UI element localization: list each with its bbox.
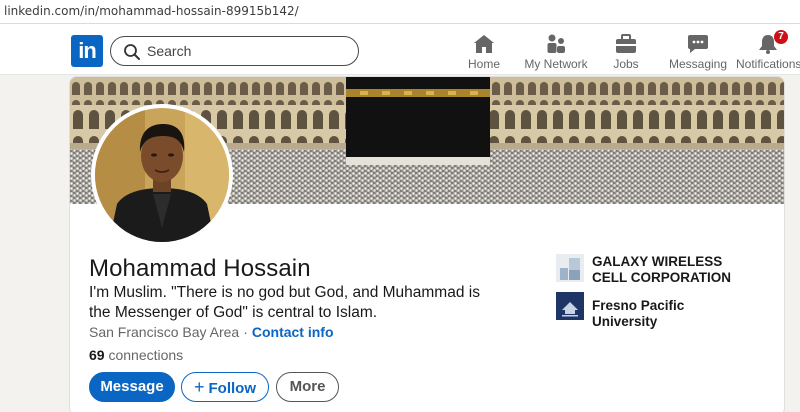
search-box[interactable]: [110, 36, 359, 66]
company-name: GALAXY WIRELESS CELL CORPORATION: [592, 254, 732, 285]
profile-photo: [95, 108, 229, 242]
nav-jobs[interactable]: Jobs: [603, 33, 649, 71]
more-button[interactable]: More: [276, 372, 339, 402]
follow-label: Follow: [208, 380, 257, 397]
profile-headline: I'm Muslim. "There is no god but God, an…: [89, 284, 480, 321]
home-icon: [474, 35, 494, 53]
nav-jobs-label: Jobs: [613, 57, 639, 71]
url-text[interactable]: linkedin.com/in/mohammad-hossain-89915b1…: [4, 4, 299, 18]
profile-location: San Francisco Bay Area: [89, 324, 240, 340]
browser-url-bar[interactable]: linkedin.com/in/mohammad-hossain-89915b1…: [0, 0, 800, 24]
plus-icon: +: [193, 377, 205, 397]
education-school[interactable]: Fresno Pacific University: [556, 292, 756, 329]
follow-button[interactable]: + Follow: [181, 372, 269, 402]
briefcase-icon: [616, 34, 636, 53]
message-button[interactable]: Message: [89, 372, 175, 402]
profile-location-line: San Francisco Bay Area · Contact info: [89, 324, 334, 340]
contact-info-link[interactable]: Contact info: [252, 324, 334, 340]
connections-label: connections: [108, 347, 184, 363]
separator-dot: ·: [243, 324, 248, 340]
profile-name: Mohammad Hossain: [89, 255, 311, 282]
search-icon: [124, 44, 140, 60]
messaging-icon: [688, 35, 708, 53]
connections-count: 69: [89, 347, 105, 363]
nav-home[interactable]: Home: [459, 33, 509, 71]
school-name: Fresno Pacific University: [592, 298, 685, 329]
nav-home-label: Home: [467, 57, 500, 71]
nav-messaging[interactable]: Messaging: [669, 33, 727, 71]
network-icon: [547, 34, 565, 53]
nav-notifications-label: Notifications: [736, 57, 800, 71]
linkedin-logo[interactable]: in: [71, 35, 103, 67]
notification-badge: 7: [774, 30, 788, 44]
profile-avatar[interactable]: [91, 104, 233, 246]
university-logo: [556, 292, 584, 320]
search-input[interactable]: [147, 41, 347, 61]
nav-messaging-label: Messaging: [669, 57, 728, 71]
company-logo: [556, 254, 584, 282]
top-navigation: in Home My Network Jobs: [0, 24, 800, 75]
nav-my-network-label: My Network: [524, 57, 588, 71]
connections-line[interactable]: 69 connections: [89, 347, 183, 363]
nav-my-network[interactable]: My Network: [522, 33, 590, 71]
nav-notifications[interactable]: 7 Notifications: [736, 30, 800, 71]
current-company[interactable]: GALAXY WIRELESS CELL CORPORATION: [556, 254, 756, 288]
